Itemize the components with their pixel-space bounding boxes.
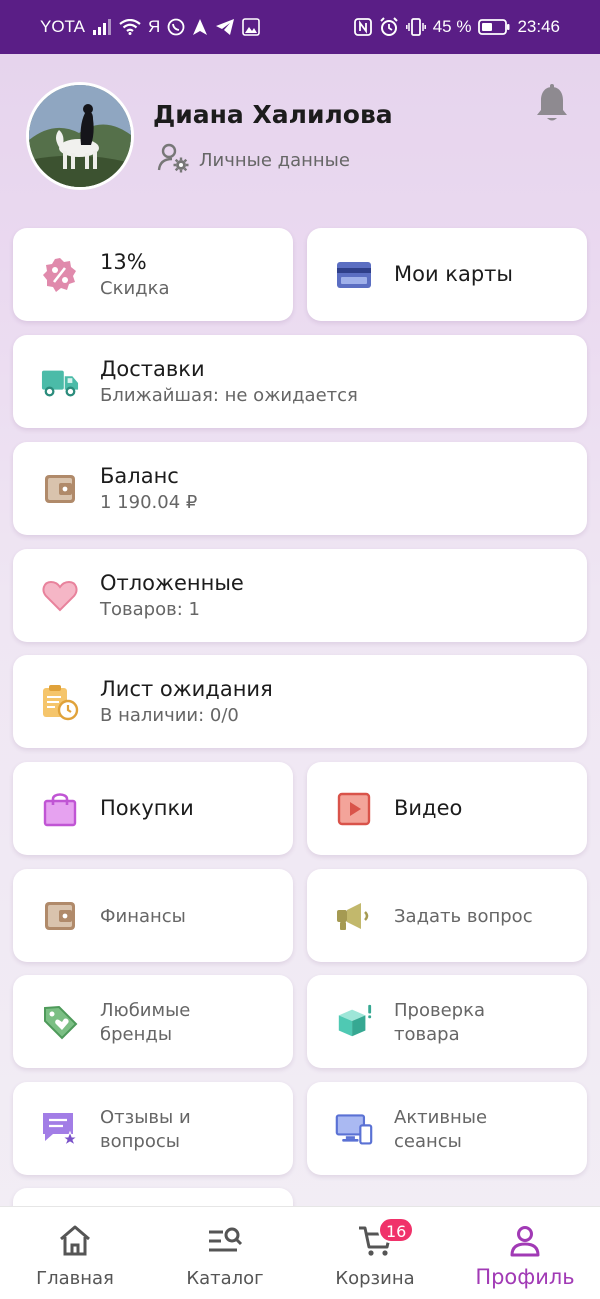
- signal-icon: [92, 19, 112, 35]
- ask-question-label: Задать вопрос: [394, 906, 533, 927]
- reviews-line2: вопросы: [100, 1131, 180, 1152]
- check-product-line2: товара: [394, 1024, 460, 1045]
- nav-catalog-label: Каталог: [186, 1268, 264, 1289]
- sessions-card[interactable]: Активные сеансы: [307, 1082, 587, 1175]
- deliveries-subtitle: Ближайшая: не ожидается: [100, 385, 358, 406]
- finance-card[interactable]: Финансы: [13, 869, 293, 962]
- battery-percent: 45 %: [432, 17, 472, 36]
- video-label: Видео: [394, 796, 463, 820]
- devices-icon: [335, 1110, 373, 1148]
- saved-subtitle: Товаров: 1: [100, 599, 200, 620]
- clipboard-clock-icon: [41, 683, 79, 721]
- alarm-icon: [379, 17, 399, 37]
- saved-card[interactable]: Отложенные Товаров: 1: [13, 549, 587, 642]
- sessions-line2: сеансы: [394, 1131, 462, 1152]
- balance-card[interactable]: Баланс 1 190.04 ₽: [13, 442, 587, 535]
- reviews-card[interactable]: Отзывы и вопросы: [13, 1082, 293, 1175]
- nav-catalog[interactable]: Каталог: [150, 1207, 300, 1299]
- nav-profile[interactable]: Профиль: [450, 1207, 600, 1299]
- nfc-icon: [353, 18, 372, 36]
- truck-icon: [41, 363, 79, 401]
- heart-icon: [41, 577, 79, 615]
- saved-title: Отложенные: [100, 571, 244, 595]
- purchases-card[interactable]: Покупки: [13, 762, 293, 855]
- nav-home[interactable]: Главная: [0, 1207, 150, 1299]
- discount-card[interactable]: 13% Скидка: [13, 228, 293, 321]
- fav-brands-line2: бренды: [100, 1024, 173, 1045]
- user-settings-icon: [157, 142, 191, 178]
- fav-brands-card[interactable]: Любимые бренды: [13, 975, 293, 1068]
- credit-card-icon: [335, 256, 373, 294]
- personal-data-link[interactable]: Личные данные: [157, 142, 350, 178]
- box-check-icon: [335, 1003, 373, 1041]
- user-name: Диана Халилова: [153, 100, 393, 129]
- my-cards-label: Мои карты: [394, 262, 513, 286]
- discount-value: 13%: [100, 250, 147, 274]
- shopping-bag-icon: [41, 790, 79, 828]
- tag-heart-icon: [41, 1003, 79, 1041]
- fav-brands-line1: Любимые: [100, 1000, 191, 1021]
- nav-profile-label: Профиль: [475, 1265, 575, 1289]
- deliveries-title: Доставки: [100, 357, 205, 381]
- telegram-icon: [215, 18, 235, 36]
- wallet-icon: [41, 897, 79, 935]
- yandex-icon: Я: [148, 17, 161, 36]
- navigator-icon: [192, 18, 208, 36]
- waitlist-subtitle: В наличии: 0/0: [100, 705, 239, 726]
- balance-title: Баланс: [100, 464, 179, 488]
- bottom-nav: Главная Каталог Корзина Профиль: [0, 1206, 600, 1299]
- waitlist-title: Лист ожидания: [100, 677, 273, 701]
- purchases-label: Покупки: [100, 796, 194, 820]
- nav-cart-label: Корзина: [335, 1268, 415, 1289]
- clock: 23:46: [517, 17, 560, 36]
- percent-badge-icon: [41, 256, 79, 294]
- finance-label: Финансы: [100, 906, 186, 927]
- my-cards-card[interactable]: Мои карты: [307, 228, 587, 321]
- avatar[interactable]: [26, 82, 134, 190]
- video-play-icon: [335, 790, 373, 828]
- nav-home-label: Главная: [36, 1268, 114, 1289]
- bell-icon[interactable]: [534, 84, 570, 124]
- sessions-line1: Активные: [394, 1107, 488, 1128]
- waitlist-card[interactable]: Лист ожидания В наличии: 0/0: [13, 655, 587, 748]
- whatsapp-icon: [167, 18, 185, 36]
- home-icon: [57, 1223, 93, 1259]
- megaphone-icon: [335, 897, 373, 935]
- battery-icon: [478, 18, 510, 36]
- check-product-card[interactable]: Проверка товара: [307, 975, 587, 1068]
- video-card[interactable]: Видео: [307, 762, 587, 855]
- cart-count-badge: 16: [378, 1217, 415, 1243]
- deliveries-card[interactable]: Доставки Ближайшая: не ожидается: [13, 335, 587, 428]
- balance-amount: 1 190.04 ₽: [100, 492, 198, 513]
- wallet-icon: [41, 470, 79, 508]
- catalog-search-icon: [207, 1223, 243, 1259]
- chat-star-icon: [41, 1110, 79, 1148]
- ask-question-card[interactable]: Задать вопрос: [307, 869, 587, 962]
- nav-cart[interactable]: Корзина: [300, 1207, 450, 1299]
- status-bar: YOTA Я 45 % 23:46: [0, 0, 600, 54]
- wifi-icon: [119, 19, 141, 35]
- profile-header: Диана Халилова Личные данные: [0, 54, 600, 224]
- check-product-line1: Проверка: [394, 1000, 485, 1021]
- carrier-label: YOTA: [40, 17, 86, 36]
- gallery-icon: [242, 18, 261, 36]
- reviews-line1: Отзывы и: [100, 1107, 191, 1128]
- vibrate-icon: [405, 18, 426, 36]
- personal-data-label: Личные данные: [199, 149, 350, 171]
- profile-icon: [507, 1223, 543, 1259]
- discount-label: Скидка: [100, 278, 170, 299]
